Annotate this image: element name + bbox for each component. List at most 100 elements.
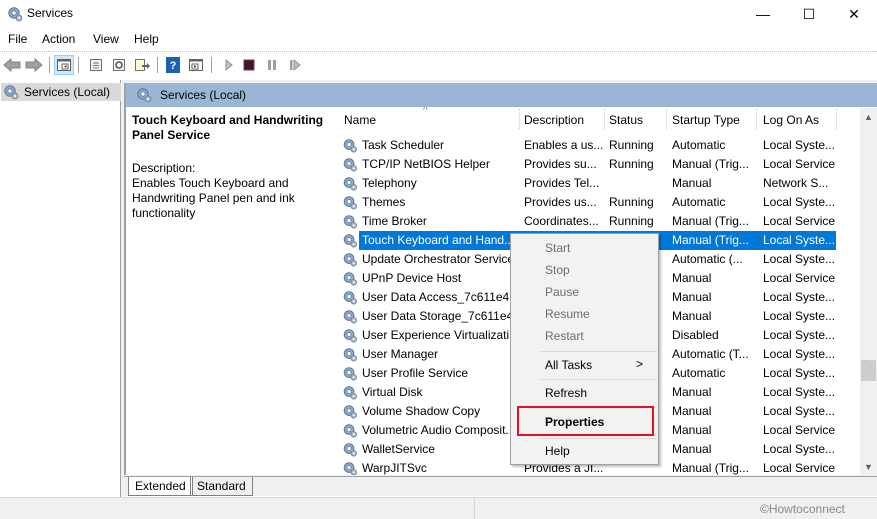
svg-text:?: ? bbox=[170, 60, 177, 72]
column-divider[interactable] bbox=[836, 109, 837, 129]
cell-startup-type: Manual bbox=[672, 271, 712, 285]
help-toolbar-button[interactable]: ? bbox=[163, 55, 183, 75]
pane-header: Services (Local) bbox=[126, 83, 877, 107]
cell-name: User Data Storage_7c611e4 bbox=[362, 309, 514, 323]
export-icon bbox=[135, 59, 150, 71]
menu-view[interactable]: View bbox=[93, 32, 119, 46]
cell-startup-type: Disabled bbox=[672, 328, 719, 342]
menu-file[interactable]: File bbox=[8, 32, 27, 46]
cell-name: User Profile Service bbox=[362, 366, 469, 380]
cell-name: User Manager bbox=[362, 347, 439, 361]
cell-log-on-as: Local Syste... bbox=[763, 233, 836, 247]
cell-name: UPnP Device Host bbox=[362, 271, 462, 285]
description-label: Description: bbox=[132, 161, 196, 175]
table-row[interactable]: Telephony Provides Tel... Manual Network S.… bbox=[336, 174, 836, 193]
service-gear-icon bbox=[343, 405, 358, 419]
menu-item-all-tasks[interactable]: All Tasks > bbox=[513, 354, 657, 376]
cell-startup-type: Automatic bbox=[672, 195, 726, 209]
console-tree-icon bbox=[57, 59, 71, 71]
description-panel: Touch Keyboard and Handwriting Panel Ser… bbox=[132, 113, 327, 221]
stop-service-button[interactable] bbox=[239, 55, 259, 75]
cell-description: Enables a us... bbox=[524, 138, 604, 152]
menu-action[interactable]: Action bbox=[42, 32, 75, 46]
cell-name: Virtual Disk bbox=[362, 385, 423, 399]
cell-name: Volumetric Audio Composit... bbox=[362, 423, 516, 437]
cell-name: TCP/IP NetBIOS Helper bbox=[362, 157, 490, 171]
cell-startup-type: Manual (Trig... bbox=[672, 461, 749, 475]
cell-log-on-as: Local Service bbox=[763, 271, 836, 285]
cell-name: Task Scheduler bbox=[362, 138, 445, 152]
menu-item-pause[interactable]: Pause bbox=[513, 281, 657, 303]
back-button[interactable] bbox=[2, 55, 22, 75]
menu-help[interactable]: Help bbox=[134, 32, 159, 46]
scroll-down-button[interactable]: ▼ bbox=[860, 458, 877, 475]
menu-item-stop[interactable]: Stop bbox=[513, 259, 657, 281]
chevron-down-icon: ▼ bbox=[864, 461, 873, 472]
tab-standard[interactable]: Standard bbox=[190, 477, 253, 496]
cell-name: WalletService bbox=[362, 442, 435, 456]
column-header-log-on-as[interactable]: Log On As bbox=[763, 113, 819, 127]
tree-item-services-local[interactable]: Services (Local) bbox=[1, 83, 121, 101]
table-row[interactable]: Time Broker Coordinates... Running Manual (… bbox=[336, 212, 836, 231]
menu-item-help[interactable]: Help bbox=[513, 440, 657, 462]
refresh-icon bbox=[113, 59, 125, 71]
column-divider[interactable] bbox=[756, 109, 757, 129]
start-service-button[interactable] bbox=[219, 55, 239, 75]
cell-log-on-as: Local Syste... bbox=[763, 385, 836, 399]
cell-log-on-as: Local Service bbox=[763, 423, 836, 437]
table-row[interactable]: Task Scheduler Enables a us... Running Auto… bbox=[336, 136, 836, 155]
service-gear-icon bbox=[343, 177, 358, 191]
export-list-button[interactable] bbox=[132, 55, 152, 75]
service-gear-icon bbox=[343, 443, 358, 457]
menu-separator bbox=[541, 379, 657, 380]
table-row[interactable]: TCP/IP NetBIOS Helper Provides su... Runni… bbox=[336, 155, 836, 174]
pause-service-button[interactable] bbox=[262, 55, 282, 75]
cell-name: User Experience Virtualizati... bbox=[362, 328, 520, 342]
maximize-button[interactable]: ☐ bbox=[786, 0, 832, 28]
column-divider[interactable] bbox=[519, 109, 520, 129]
column-header-name[interactable]: Name bbox=[344, 113, 376, 127]
cell-description: Provides Tel... bbox=[524, 176, 600, 190]
menu-item-refresh[interactable]: Refresh bbox=[513, 382, 657, 404]
services-pane: Services (Local) Touch Keyboard and Hand… bbox=[124, 83, 877, 475]
resume-service-button[interactable] bbox=[285, 55, 305, 75]
menu-item-resume[interactable]: Resume bbox=[513, 303, 657, 325]
cell-log-on-as: Local Syste... bbox=[763, 195, 836, 209]
description-text: Enables Touch Keyboard and Handwriting P… bbox=[132, 176, 295, 220]
properties-toolbar-button[interactable] bbox=[86, 55, 106, 75]
show-hide-console-tree-button[interactable] bbox=[54, 55, 74, 75]
column-divider[interactable] bbox=[604, 109, 605, 129]
cell-status: Running bbox=[609, 157, 654, 171]
console-tree: Services (Local) bbox=[0, 80, 121, 497]
window-title: Services bbox=[27, 6, 74, 20]
table-row[interactable]: Themes Provides us... Running Automatic Loca… bbox=[336, 193, 836, 212]
cell-startup-type: Manual bbox=[672, 442, 712, 456]
cell-description: Provides su... bbox=[524, 157, 597, 171]
minimize-button[interactable]: — bbox=[740, 0, 786, 28]
show-hide-action-pane-button[interactable] bbox=[186, 55, 206, 75]
cell-startup-type: Manual (Trig... bbox=[672, 233, 749, 247]
service-gear-icon bbox=[343, 386, 358, 400]
vertical-scrollbar[interactable]: ▲ ▼ bbox=[860, 108, 877, 475]
cell-name: Touch Keyboard and Hand... bbox=[362, 233, 515, 247]
column-divider[interactable] bbox=[666, 109, 667, 129]
menu-item-start[interactable]: Start bbox=[513, 237, 657, 259]
scroll-up-button[interactable]: ▲ bbox=[860, 108, 877, 125]
cell-log-on-as: Local Syste... bbox=[763, 309, 836, 323]
service-gear-icon bbox=[343, 329, 358, 343]
tab-extended[interactable]: Extended bbox=[128, 477, 193, 496]
column-header-status[interactable]: Status bbox=[609, 113, 643, 127]
scroll-thumb[interactable] bbox=[861, 360, 876, 381]
forward-button[interactable] bbox=[24, 55, 44, 75]
refresh-toolbar-button[interactable] bbox=[109, 55, 129, 75]
close-button[interactable]: ✕ bbox=[831, 0, 877, 28]
column-header-startup-type[interactable]: Startup Type bbox=[672, 113, 740, 127]
status-divider bbox=[474, 498, 475, 519]
menu-item-restart[interactable]: Restart bbox=[513, 325, 657, 347]
cell-log-on-as: Local Syste... bbox=[763, 366, 836, 380]
cell-status: Running bbox=[609, 214, 654, 228]
column-header-description[interactable]: Description bbox=[524, 113, 584, 127]
cell-log-on-as: Local Service bbox=[763, 461, 836, 475]
watermark: ©Howtoconnect bbox=[760, 502, 845, 516]
help-icon: ? bbox=[166, 57, 180, 73]
